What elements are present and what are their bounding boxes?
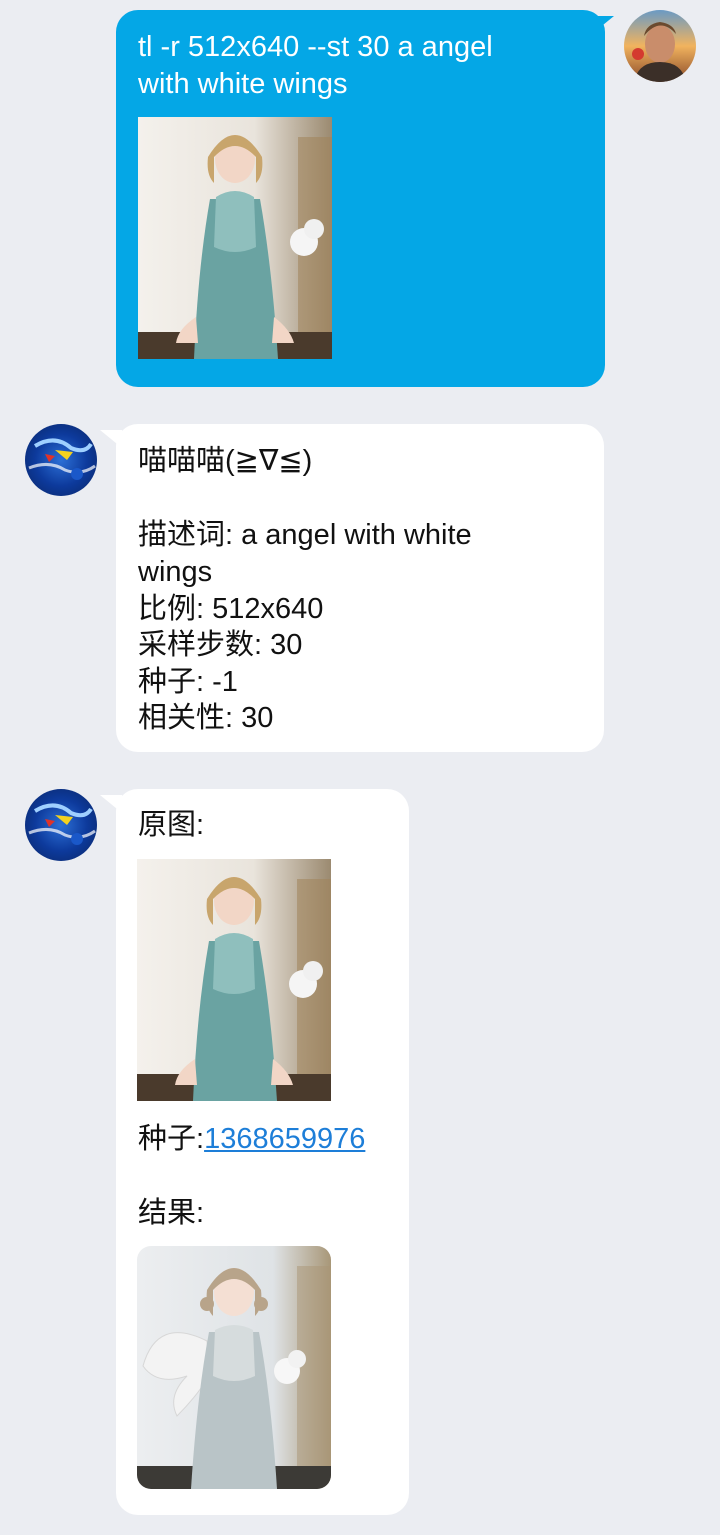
user-command-line-2: with white wings [138, 68, 348, 100]
user-attached-image[interactable] [138, 117, 332, 359]
angel-portrait-image [138, 117, 332, 359]
seed-text: 种子: -1 [138, 666, 238, 698]
bot-greeting: 喵喵喵(≧∇≦) [138, 445, 313, 477]
result-image[interactable] [137, 1246, 331, 1489]
steps-text: 采样步数: 30 [138, 629, 303, 661]
bot-avatar[interactable] [25, 424, 97, 496]
angel-with-wings-image [137, 1246, 331, 1489]
user-avatar[interactable] [624, 10, 696, 82]
ratio-text: 比例: 512x640 [138, 593, 324, 625]
result-label: 结果: [138, 1197, 205, 1229]
bot-avatar-painting-icon [25, 424, 97, 496]
user-command-line-1: tl -r 512x640 --st 30 a angel [138, 31, 493, 63]
bot-params-bubble[interactable]: 喵喵喵(≧∇≦) 描述词: a angel with white wings 比… [116, 424, 604, 752]
user-message-bubble[interactable]: tl -r 512x640 --st 30 a angel with white… [116, 10, 605, 387]
bot-result-bubble[interactable]: 原图: 种子:1368659976 结果: [116, 789, 409, 1515]
bot-avatar-painting-icon [25, 789, 97, 861]
relevance-text: 相关性: 30 [138, 702, 274, 734]
bot-avatar[interactable] [25, 789, 97, 861]
prompt-line-2: wings [138, 556, 213, 588]
seed-result-line: 种子:1368659976 [138, 1121, 365, 1158]
prompt-line-1: 描述词: a angel with white [138, 519, 472, 551]
angel-portrait-image [137, 859, 331, 1101]
seed-result-label: 种子: [138, 1123, 205, 1155]
user-avatar-photo-icon [624, 10, 696, 82]
original-image[interactable] [137, 859, 331, 1101]
original-image-label: 原图: [138, 809, 205, 841]
seed-value-link[interactable]: 1368659976 [204, 1123, 365, 1155]
